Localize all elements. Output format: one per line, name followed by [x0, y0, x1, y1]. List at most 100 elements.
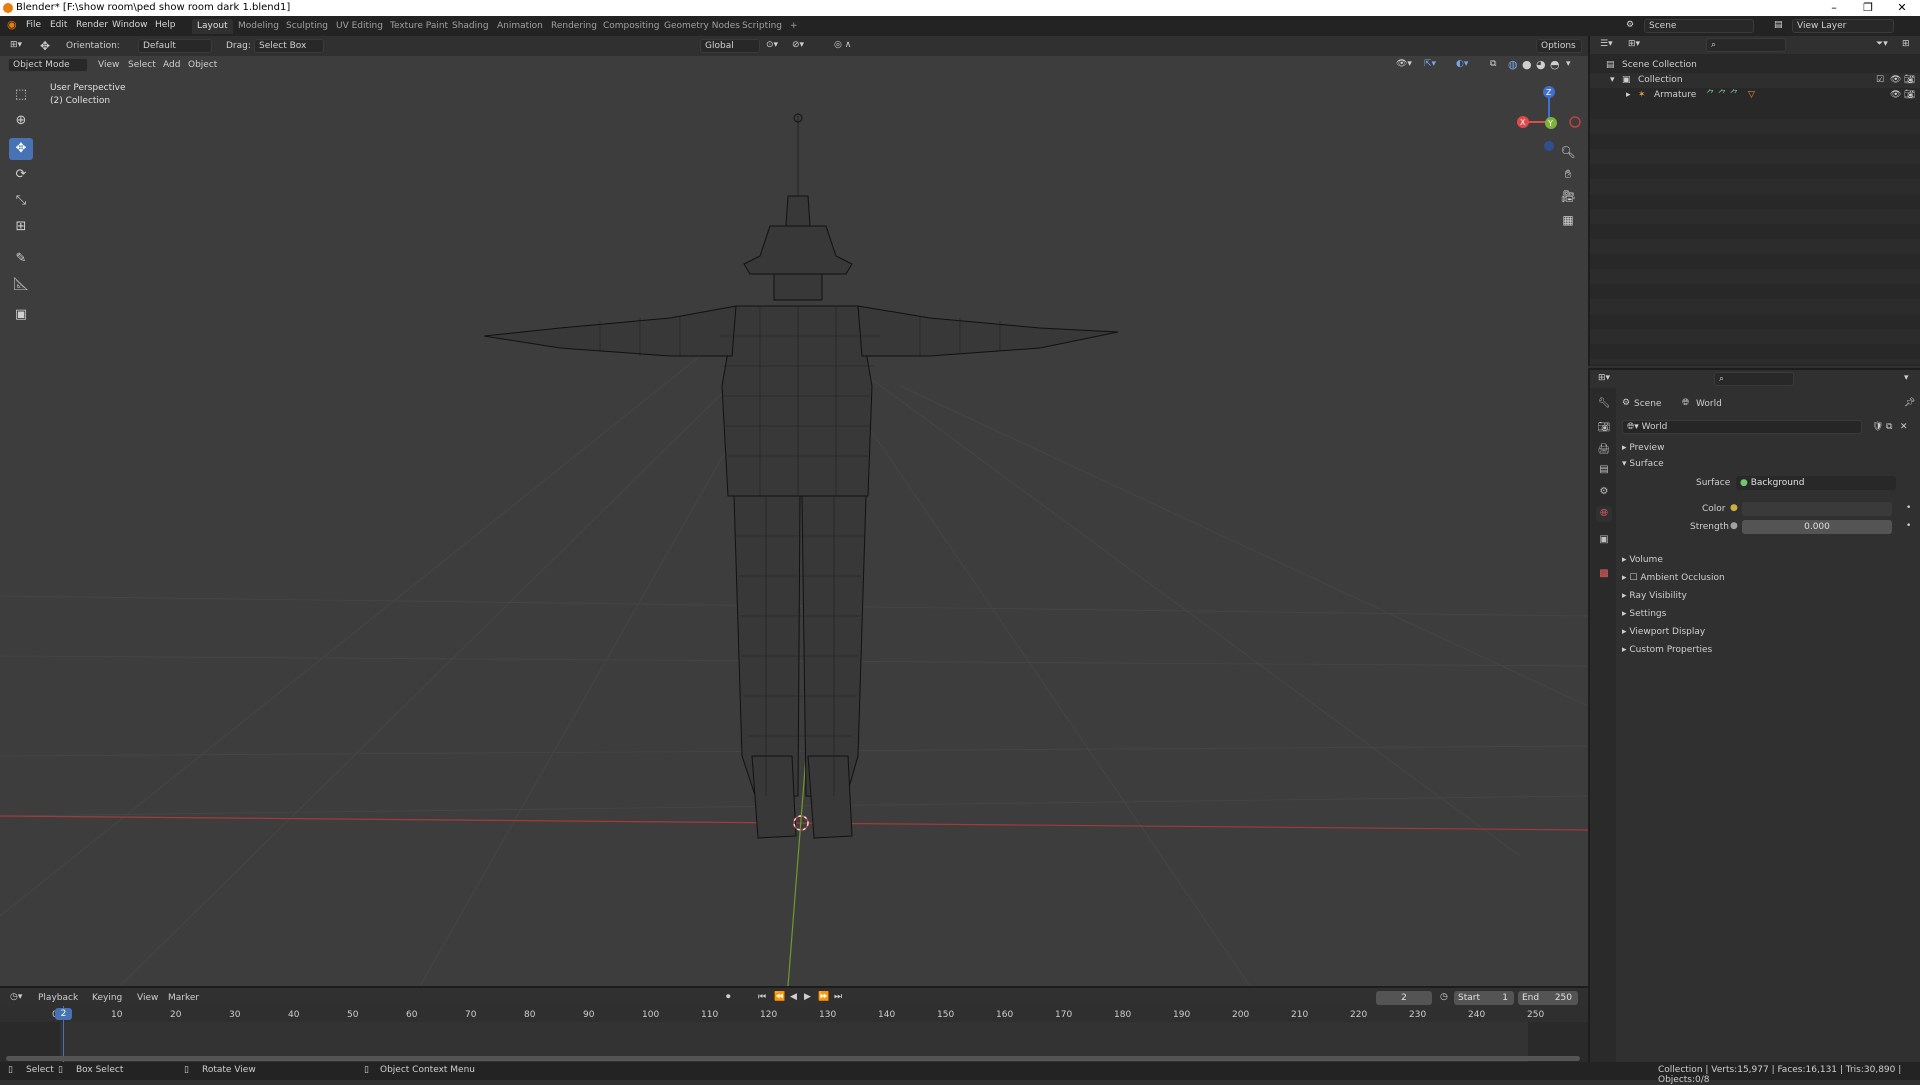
menu-select[interactable]: Select	[128, 60, 156, 70]
jump-start-icon[interactable]: ⏮	[758, 992, 766, 1002]
transform-tool-icon[interactable]: ⊞	[9, 216, 33, 238]
xray-toggle-icon[interactable]: ⧉	[1490, 59, 1496, 69]
timeline-area[interactable]: 0102030405060708090100110120130140150160…	[0, 1006, 1588, 1062]
collection-tab-icon[interactable]: ▣	[1596, 532, 1612, 548]
end-frame-field[interactable]: End 250	[1518, 991, 1578, 1005]
tab-geometry-nodes[interactable]: Geometry Nodes	[659, 19, 745, 34]
tab-scripting[interactable]: Scripting	[737, 19, 787, 34]
tab-sculpting[interactable]: Sculpting	[281, 19, 333, 34]
panel-volume[interactable]: ▸ Volume	[1622, 552, 1912, 568]
add-cube-tool-icon[interactable]: ▣	[9, 304, 33, 326]
select-box-tool-icon[interactable]: ⬚	[9, 84, 33, 106]
timeline-editor-type-icon[interactable]: ◷▾	[10, 992, 22, 1002]
outliner-row-collection[interactable]: ▾ ▣ Collection ☑ 👁︎ 📷︎	[1590, 73, 1920, 88]
tab-modeling[interactable]: Modeling	[233, 19, 284, 34]
menu-keying[interactable]: Keying	[92, 993, 122, 1003]
pivot-point-icon[interactable]: ⊙▾	[766, 40, 778, 50]
visibility-icon[interactable]: 👁︎▾	[1396, 59, 1412, 69]
play-icon[interactable]: ▶	[804, 992, 811, 1002]
scale-tool-icon[interactable]: ⤡	[9, 190, 33, 212]
snap-icon[interactable]: ⊘▾	[792, 40, 804, 50]
properties-options-icon[interactable]: ▾	[1904, 373, 1909, 383]
panel-ambient-occlusion[interactable]: ▸ ☐ Ambient Occlusion	[1622, 570, 1912, 586]
add-workspace-button[interactable]: +	[785, 19, 803, 34]
world-tab-icon[interactable]: 🌐︎	[1596, 506, 1612, 522]
menu-edit[interactable]: Edit	[50, 20, 67, 30]
properties-editor-type-icon[interactable]: ⊞▾	[1598, 373, 1610, 383]
shading-options-icon[interactable]: ▾	[1566, 59, 1571, 69]
expand-collection-icon[interactable]: ▾	[1610, 73, 1615, 88]
collection-visibility-icon[interactable]: 👁︎	[1890, 73, 1901, 88]
tab-layout[interactable]: Layout	[192, 19, 233, 34]
menu-view[interactable]: View	[98, 60, 119, 70]
menu-marker[interactable]: Marker	[168, 993, 199, 1003]
scene-selector[interactable]: Scene	[1644, 19, 1754, 33]
3d-viewport[interactable]: User Perspective (2) Collection Z X Y 🔍︎…	[0, 56, 1588, 986]
menu-help[interactable]: Help	[155, 20, 176, 30]
ambient-occlusion-checkbox[interactable]: ☐	[1629, 573, 1637, 583]
strength-keyframe-icon[interactable]: •	[1906, 521, 1911, 531]
menu-timeline-view[interactable]: View	[137, 993, 158, 1003]
play-reverse-icon[interactable]: ◀	[790, 992, 797, 1002]
transform-tool-icon[interactable]: ✥	[40, 39, 50, 53]
view-layer-selector[interactable]: View Layer	[1792, 19, 1894, 33]
record-button-icon[interactable]: ⏺	[726, 992, 731, 1002]
preview-range-icon[interactable]: ◷	[1440, 992, 1448, 1002]
options-dropdown[interactable]: Options	[1536, 39, 1582, 53]
tab-texture-paint[interactable]: Texture Paint	[385, 19, 453, 34]
rendered-shading-icon[interactable]: ◓	[1550, 58, 1560, 71]
editor-type-icon[interactable]: ⊞▾	[10, 40, 22, 50]
expand-armature-icon[interactable]: ▸	[1626, 88, 1631, 103]
zoom-icon[interactable]: 🔍︎	[1557, 142, 1579, 162]
duplicate-world-icon[interactable]: ⧉	[1886, 422, 1892, 432]
current-frame-field[interactable]: 2	[1376, 991, 1432, 1005]
menu-render[interactable]: Render	[76, 20, 108, 30]
jump-keyframe-back-icon[interactable]: ⏪	[774, 992, 785, 1002]
panel-custom-properties[interactable]: ▸ Custom Properties	[1622, 642, 1912, 658]
move-tool-icon[interactable]: ✥	[9, 138, 33, 160]
world-datablock-selector[interactable]: 🌐︎▾ World	[1622, 420, 1862, 434]
camera-view-icon[interactable]: 🎥︎	[1557, 186, 1579, 206]
drag-dropdown[interactable]: Select Box	[254, 39, 324, 53]
properties-search-input[interactable]: ⌕	[1714, 372, 1794, 386]
outliner-editor-type-icon[interactable]: ☰▾	[1600, 39, 1613, 49]
menu-object[interactable]: Object	[188, 60, 217, 70]
menu-file[interactable]: File	[26, 20, 41, 30]
outliner-search-input[interactable]: ⌕	[1706, 38, 1786, 52]
overlay-toggle-icon[interactable]: ◐▾	[1456, 59, 1468, 69]
outliner-row-scene-collection[interactable]: ▤ Scene Collection	[1590, 58, 1920, 73]
armature-render-icon[interactable]: 📷︎	[1904, 88, 1915, 103]
collection-render-icon[interactable]: 📷︎	[1904, 73, 1915, 88]
annotate-tool-icon[interactable]: ✎	[9, 248, 33, 270]
pan-hand-icon[interactable]: ✋︎	[1557, 164, 1579, 184]
cursor-tool-icon[interactable]: ⊕	[9, 110, 33, 132]
color-swatch[interactable]	[1742, 502, 1892, 516]
panel-settings[interactable]: ▸ Settings	[1622, 606, 1912, 622]
menu-window[interactable]: Window	[112, 20, 148, 30]
panel-surface[interactable]: ▾ Surface	[1622, 456, 1912, 472]
rotate-tool-icon[interactable]: ⟳	[9, 164, 33, 186]
pin-icon[interactable]: 📌︎	[1904, 398, 1915, 408]
scene-tab-icon[interactable]: ⚙	[1596, 484, 1612, 500]
menu-add[interactable]: Add	[163, 60, 180, 70]
start-frame-field[interactable]: Start 1	[1454, 991, 1514, 1005]
tab-animation[interactable]: Animation	[492, 19, 548, 34]
jump-end-icon[interactable]: ⏭	[834, 992, 842, 1002]
mode-dropdown[interactable]: Object Mode	[8, 58, 88, 72]
armature-visibility-icon[interactable]: 👁︎	[1890, 88, 1901, 103]
render-tab-icon[interactable]: 📷︎	[1596, 420, 1612, 436]
scene-selector-icon[interactable]: ⚙	[1626, 20, 1634, 30]
new-collection-icon[interactable]: ⊞	[1902, 39, 1910, 49]
transform-orientation-dropdown[interactable]: Global	[700, 39, 760, 53]
panel-viewport-display[interactable]: ▸ Viewport Display	[1622, 624, 1912, 640]
jump-keyframe-forward-icon[interactable]: ⏩	[818, 992, 829, 1002]
measure-tool-icon[interactable]: 📐︎	[9, 274, 33, 296]
view-layer-icon[interactable]: ▤	[1774, 20, 1783, 30]
texture-tab-icon[interactable]: ▩	[1596, 566, 1612, 582]
orientation-dropdown[interactable]: Default	[138, 39, 212, 53]
tab-compositing[interactable]: Compositing	[598, 19, 664, 34]
panel-preview[interactable]: ▸ Preview	[1622, 440, 1912, 456]
output-tab-icon[interactable]: 🖨︎	[1596, 442, 1612, 458]
gizmo-toggle-icon[interactable]: ⇱▾	[1424, 59, 1436, 69]
strength-field[interactable]: 0.000	[1742, 520, 1892, 534]
